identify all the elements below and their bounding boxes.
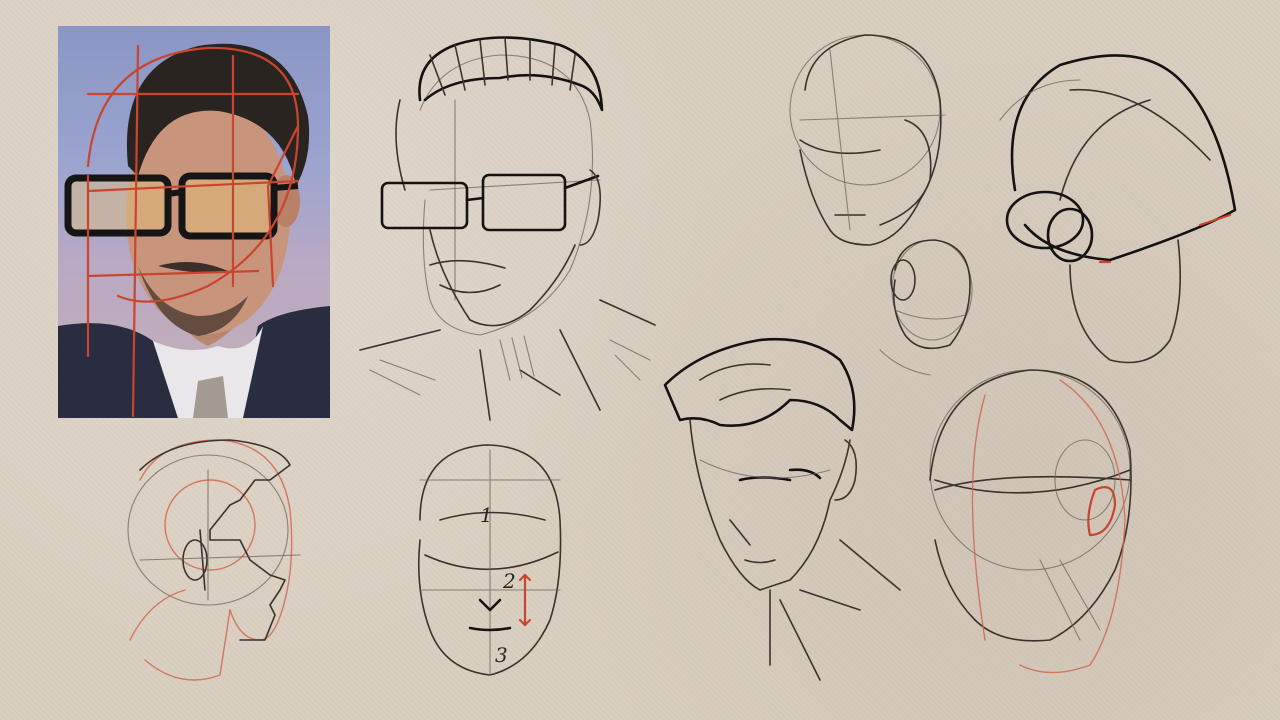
head-profile-red	[127, 439, 301, 681]
proportion-label-2: 2	[502, 569, 516, 593]
cartoon-man-sketch	[663, 337, 901, 681]
proportion-label-3: 3	[495, 643, 508, 667]
sketch-canvas: 1 2 3	[0, 0, 1280, 720]
head-construction-small	[879, 239, 973, 376]
head-construction-top-right	[999, 54, 1237, 364]
head-construction-bottom-right	[929, 369, 1132, 674]
proportion-label-1: 1	[480, 503, 493, 527]
sketch-layer: 1 2 3	[127, 34, 1237, 681]
head-construction-top	[789, 34, 946, 246]
portrait-sketch-glasses	[359, 36, 656, 421]
head-front-proportions: 1 2 3	[417, 444, 562, 676]
